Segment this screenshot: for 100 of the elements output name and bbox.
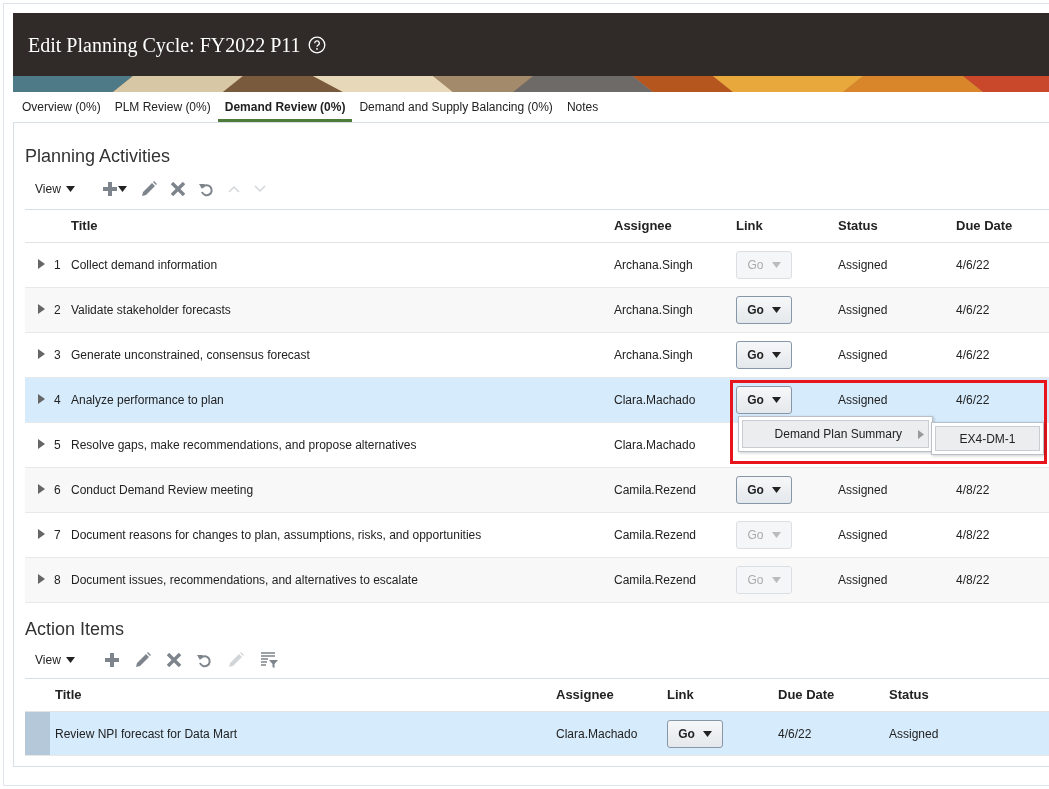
table-cell: Clara.Machado: [614, 438, 696, 452]
expand-icon[interactable]: [38, 529, 45, 539]
row-number: 7: [54, 528, 61, 542]
page-title: Edit Planning Cycle: FY2022 P11: [28, 32, 301, 59]
row-number: 4: [54, 393, 61, 407]
go-button[interactable]: Go: [736, 386, 792, 414]
table-row[interactable]: Document issues, recommendations, and alternatives to escalate: [70, 557, 614, 603]
table-cell: Generate unconstrained, consensus forecast: [71, 348, 310, 362]
tab[interactable]: PLM Review (0%): [107, 92, 218, 122]
tab[interactable]: Demand Review (0%): [217, 92, 353, 122]
table-cell: Assigned: [838, 393, 888, 407]
column-header: Status: [838, 218, 878, 234]
row-number: 5: [54, 438, 61, 452]
table-row[interactable]: Resolve gaps, make recommendations, and propose alternatives: [70, 422, 614, 468]
table-cell: Camila.Rezend: [614, 528, 697, 542]
table-cell: Assigned: [889, 726, 939, 741]
tab[interactable]: Demand and Supply Balancing (0%): [352, 92, 560, 122]
add-menu-icon[interactable]: [102, 182, 127, 196]
go-button[interactable]: Go: [736, 296, 792, 324]
go-button[interactable]: Go: [736, 476, 792, 504]
column-header: Link: [736, 218, 763, 234]
close-icon[interactable]: [170, 182, 185, 196]
expand-icon[interactable]: [38, 304, 45, 314]
column-header: Title: [71, 218, 98, 234]
table-cell: 4/6/22: [956, 258, 990, 272]
expand-icon[interactable]: [38, 439, 45, 449]
row-number: 6: [54, 483, 61, 497]
expand-icon[interactable]: [38, 394, 45, 404]
table-cell: 4/8/22: [956, 573, 990, 587]
table-row[interactable]: Document reasons for changes to plan, assumptions, risks, and opportunities: [70, 512, 614, 558]
column-header: Due Date: [956, 218, 1013, 234]
caret-icon: [771, 532, 781, 538]
table-row[interactable]: Collect demand information: [70, 242, 614, 288]
table-cell: Document issues, recommendations, and alternatives to escalate: [71, 573, 418, 587]
view-menu[interactable]: View: [35, 651, 75, 669]
table-cell: Archana.Singh: [614, 303, 693, 317]
table-cell: Conduct Demand Review meeting: [71, 483, 254, 497]
table-cell: Analyze performance to plan: [71, 393, 224, 407]
column-header: Status: [889, 687, 929, 703]
table-cell: Document reasons for changes to plan, assumptions, risks, and opportunities: [71, 528, 482, 542]
table-row[interactable]: Generate unconstrained, consensus forecast: [70, 332, 614, 378]
table-cell: Assigned: [838, 348, 888, 362]
menu-item[interactable]: Demand Plan Summary: [742, 420, 929, 448]
caret-icon: [771, 577, 781, 583]
table-cell: Assigned: [838, 303, 888, 317]
row-number: 1: [54, 258, 61, 272]
view-menu[interactable]: View: [35, 180, 75, 198]
submenu-arrow-icon: [918, 429, 924, 439]
refresh-icon[interactable]: [198, 181, 214, 197]
plus-icon[interactable]: [104, 653, 119, 667]
help-icon[interactable]: [307, 35, 326, 54]
column-header: Title: [55, 687, 82, 703]
table-cell: Clara.Machado: [614, 393, 696, 407]
expand-icon[interactable]: [38, 349, 45, 359]
table-cell: Validate stakeholder forecasts: [71, 303, 231, 317]
pencil-icon[interactable]: [134, 652, 151, 668]
expand-icon[interactable]: [38, 484, 45, 494]
caret-icon: [771, 487, 781, 493]
section-title: Planning Activities: [25, 145, 172, 167]
caret-icon: [771, 397, 781, 403]
filter-list-icon[interactable]: [259, 652, 278, 668]
table-cell: Archana.Singh: [614, 348, 693, 362]
expand-icon[interactable]: [38, 574, 45, 584]
tab[interactable]: Overview (0%): [15, 92, 108, 122]
table-cell: 4/6/22: [956, 348, 990, 362]
table-cell: Archana.Singh: [614, 258, 693, 272]
column-header: Link: [667, 687, 694, 703]
go-button[interactable]: Go: [667, 719, 723, 748]
table-cell: Collect demand information: [71, 258, 218, 272]
column-header: Assignee: [614, 218, 672, 234]
pencil-icon[interactable]: [140, 181, 157, 197]
table-row[interactable]: Validate stakeholder forecasts: [70, 287, 614, 333]
refresh-icon[interactable]: [196, 652, 212, 668]
table-cell: Assigned: [838, 258, 888, 272]
table-cell: Assigned: [838, 483, 888, 497]
table-cell: Camila.Rezend: [614, 573, 697, 587]
table-cell: 4/8/22: [956, 528, 990, 542]
table-cell: 4/6/22: [956, 393, 990, 407]
table-cell: Clara.Machado: [556, 726, 638, 741]
caret-icon: [771, 352, 781, 358]
column-header: Due Date: [778, 687, 835, 703]
caret-icon: [702, 730, 712, 737]
tab[interactable]: Notes: [559, 92, 606, 122]
row-number: 2: [54, 303, 61, 317]
table-cell: Review NPI forecast for Data Mart: [55, 726, 238, 741]
section-title: Action Items: [25, 618, 126, 640]
caret-icon: [65, 657, 75, 663]
table-row[interactable]: Analyze performance to plan: [70, 377, 614, 423]
caret-icon: [771, 262, 781, 268]
row-number: 8: [54, 573, 61, 587]
table-row[interactable]: Conduct Demand Review meeting: [70, 467, 614, 513]
table-cell: Assigned: [838, 528, 888, 542]
caret-icon: [65, 186, 75, 192]
table-cell: Assigned: [838, 573, 888, 587]
close-icon[interactable]: [166, 653, 181, 667]
table-cell: Resolve gaps, make recommendations, and propose alternatives: [71, 438, 417, 452]
expand-icon[interactable]: [38, 259, 45, 269]
go-button[interactable]: Go: [736, 341, 792, 369]
menu-item[interactable]: EX4-DM-1: [935, 426, 1040, 451]
table-cell: 4/6/22: [956, 303, 990, 317]
